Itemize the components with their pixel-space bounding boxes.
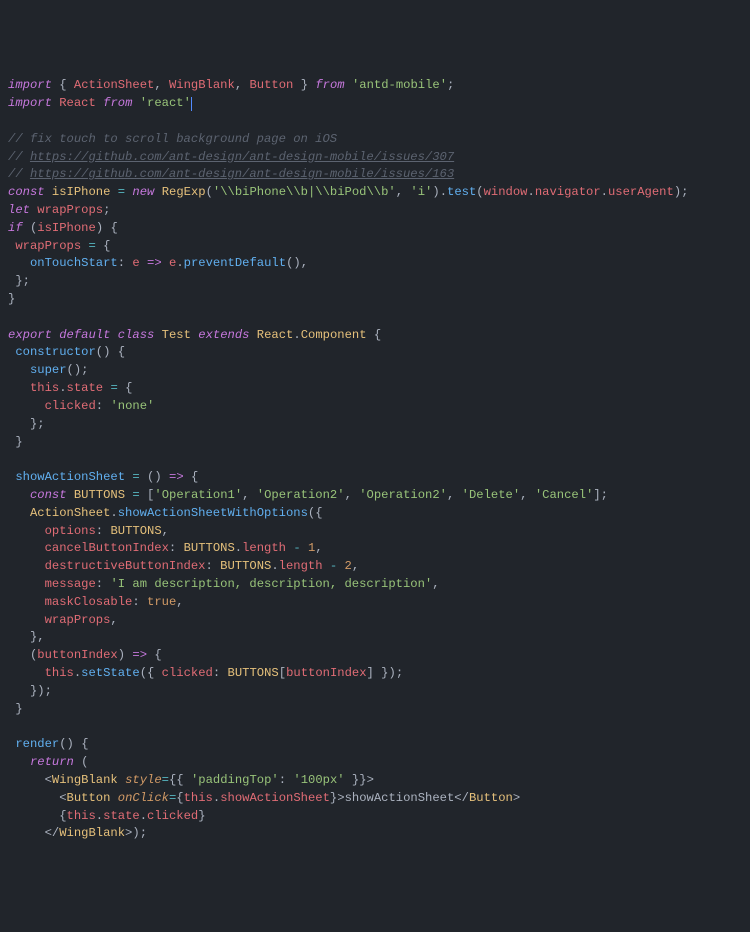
line-opt6: wrapProps, (8, 613, 118, 627)
line-as-call: ActionSheet.showActionSheetWithOptions({ (8, 506, 323, 520)
line-jsx4: </WingBlank>); (8, 826, 147, 840)
line-1: import { ActionSheet, WingBlank, Button … (8, 78, 454, 92)
line-return: return ( (8, 755, 89, 769)
line-opt3: destructiveButtonIndex: BUTTONS.length -… (8, 559, 359, 573)
comment-line: // https://github.com/ant-design/ant-des… (8, 150, 454, 164)
code-editor[interactable]: import { ActionSheet, WingBlank, Button … (8, 77, 742, 843)
line-render: render() { (8, 737, 89, 751)
line-opt2: cancelButtonIndex: BUTTONS.length - 1, (8, 541, 323, 555)
line-jsx2: <Button onClick={this.showActionSheet}>s… (8, 791, 520, 805)
line-ontouch: onTouchStart: e => e.preventDefault(), (8, 256, 308, 270)
line-opt1: options: BUTTONS, (8, 524, 169, 538)
line-close-opts: }, (8, 630, 45, 644)
line-this-state: this.state = { (8, 381, 132, 395)
line-const-isiphone: const isIPhone = new RegExp('\\biPhone\\… (8, 185, 688, 199)
line-show-sheet: showActionSheet = () => { (8, 470, 198, 484)
line-let-wrap: let wrapProps; (8, 203, 110, 217)
line-super: super(); (8, 363, 89, 377)
line-close-show: } (8, 702, 23, 716)
line-export: export default class Test extends React.… (8, 328, 381, 342)
line-2: import React from 'react' (8, 96, 192, 110)
comment-line: // fix touch to scroll background page o… (8, 132, 337, 146)
line-jsx3: {this.state.clicked} (8, 809, 206, 823)
text-cursor (191, 97, 193, 111)
comment-line: // https://github.com/ant-design/ant-des… (8, 167, 454, 181)
line-cb: (buttonIndex) => { (8, 648, 162, 662)
line-close-state: }; (8, 417, 45, 431)
line-ctor: constructor() { (8, 345, 125, 359)
line-assign-wrap: wrapProps = { (8, 239, 110, 253)
line-close-if: } (8, 292, 15, 306)
line-jsx1: <WingBlank style={{ 'paddingTop': '100px… (8, 773, 374, 787)
line-close-cb: }); (8, 684, 52, 698)
line-opt5: maskClosable: true, (8, 595, 184, 609)
line-buttons: const BUTTONS = ['Operation1', 'Operatio… (8, 488, 608, 502)
line-close-ctor: } (8, 435, 23, 449)
line-opt4: message: 'I am description, description,… (8, 577, 440, 591)
line-if: if (isIPhone) { (8, 221, 118, 235)
line-close-obj: }; (8, 274, 30, 288)
line-clicked: clicked: 'none' (8, 399, 154, 413)
keyword-import: import (8, 78, 52, 92)
line-setstate: this.setState({ clicked: BUTTONS[buttonI… (8, 666, 403, 680)
